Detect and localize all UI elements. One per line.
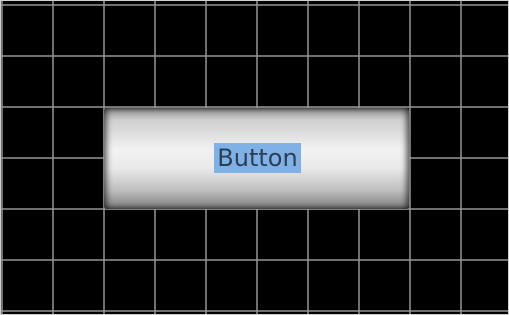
canvas-button[interactable]: Button bbox=[104, 108, 409, 209]
button-label[interactable]: Button bbox=[214, 143, 301, 173]
design-canvas[interactable]: Button bbox=[0, 0, 509, 315]
